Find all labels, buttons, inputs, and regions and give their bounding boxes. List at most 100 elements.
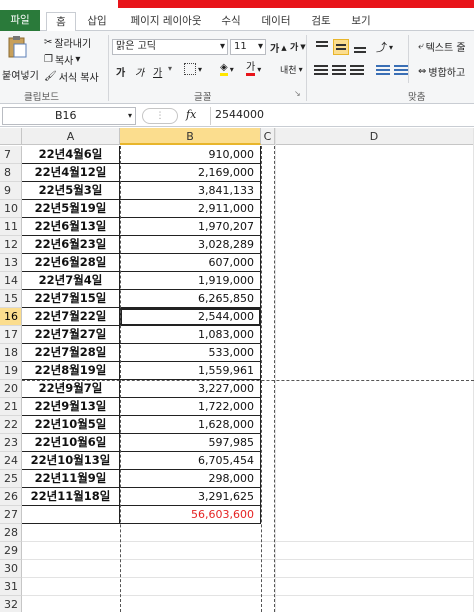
decrease-indent-icon[interactable] <box>376 65 390 77</box>
worksheet-grid[interactable]: A B C D 7 22년4월6일 910,000 8 22년4월12일 2,169,00… <box>0 128 474 612</box>
row-header[interactable]: 28 <box>0 524 22 542</box>
cell-amount[interactable]: 3,841,133 <box>120 182 261 200</box>
font-dialog-launcher[interactable]: ↘ <box>294 89 301 98</box>
empty-cell-range[interactable] <box>22 596 474 612</box>
row-header[interactable]: 7 <box>0 146 22 164</box>
cell-date[interactable]: 22년11월9일 <box>22 470 120 488</box>
cell-date[interactable]: 22년7월27일 <box>22 326 120 344</box>
cell-date[interactable]: 22년4월6일 <box>22 146 120 164</box>
cell-amount[interactable]: 1,970,207 <box>120 218 261 236</box>
align-top-icon[interactable] <box>314 39 330 55</box>
align-left-icon[interactable] <box>314 65 328 77</box>
cell-date[interactable]: 22년6월28일 <box>22 254 120 272</box>
row-header[interactable]: 22 <box>0 416 22 434</box>
row-header[interactable]: 12 <box>0 236 22 254</box>
border-button[interactable]: ▾ <box>184 63 202 75</box>
cell-date[interactable]: 22년6월23일 <box>22 236 120 254</box>
align-center-icon[interactable] <box>332 65 346 77</box>
align-middle-icon[interactable] <box>333 39 349 55</box>
cell-date[interactable] <box>22 506 120 524</box>
cell-amount[interactable]: 6,705,454 <box>120 452 261 470</box>
cell-date[interactable]: 22년10월5일 <box>22 416 120 434</box>
copy-button[interactable]: ❐ 복사 ▾ <box>44 52 80 67</box>
paste-label[interactable]: 붙여넣기 <box>2 67 39 82</box>
tab-data[interactable]: 데이터 <box>256 12 296 31</box>
tab-page-layout[interactable]: 페이지 레이아웃 <box>122 12 210 31</box>
cell-date[interactable]: 22년5월19일 <box>22 200 120 218</box>
cell-date[interactable]: 22년7월22일 <box>22 308 120 326</box>
tab-view[interactable]: 보기 <box>346 12 376 31</box>
italic-button[interactable]: 가 <box>135 64 144 79</box>
row-header[interactable]: 10 <box>0 200 22 218</box>
column-header-d[interactable]: D <box>275 128 474 145</box>
row-header[interactable]: 9 <box>0 182 22 200</box>
orientation-button[interactable]: ⤴ ▾ <box>376 39 393 55</box>
name-box[interactable]: B16 ▾ <box>2 107 136 125</box>
cell-amount[interactable]: 2,544,000 <box>120 308 261 326</box>
cell-date[interactable]: 22년7월15일 <box>22 290 120 308</box>
row-header[interactable]: 27 <box>0 506 22 524</box>
cell-amount[interactable]: 2,911,000 <box>120 200 261 218</box>
cell-amount[interactable]: 3,227,000 <box>120 380 261 398</box>
wrap-text-button[interactable]: ⤶ 텍스트 줄 <box>418 39 466 54</box>
cell-amount[interactable]: 298,000 <box>120 470 261 488</box>
paste-button[interactable] <box>6 35 28 59</box>
cell-date[interactable]: 22년9월13일 <box>22 398 120 416</box>
cell-date[interactable]: 22년5월3일 <box>22 182 120 200</box>
cell-amount[interactable]: 1,628,000 <box>120 416 261 434</box>
row-header[interactable]: 16 <box>0 308 22 326</box>
cell-amount[interactable]: 6,265,850 <box>120 290 261 308</box>
empty-cell-range[interactable] <box>22 542 474 560</box>
row-header[interactable]: 17 <box>0 326 22 344</box>
cell-total[interactable]: 56,603,600 <box>120 506 261 524</box>
tab-formulas[interactable]: 수식 <box>216 12 246 31</box>
fill-color-button[interactable]: ◈ ▾ <box>220 62 234 76</box>
formula-input[interactable]: 2544000 <box>210 107 474 125</box>
column-header-a[interactable]: A <box>22 128 120 145</box>
row-header[interactable]: 26 <box>0 488 22 506</box>
row-header[interactable]: 32 <box>0 596 22 612</box>
cell-date[interactable]: 22년10월13일 <box>22 452 120 470</box>
shrink-font-button[interactable]: 가 ▼ <box>290 40 306 54</box>
row-header[interactable]: 13 <box>0 254 22 272</box>
row-header[interactable]: 25 <box>0 470 22 488</box>
formula-resize-handle[interactable]: ⋮ <box>142 108 178 124</box>
cell-amount[interactable]: 1,919,000 <box>120 272 261 290</box>
cell-date[interactable]: 22년6월13일 <box>22 218 120 236</box>
row-header[interactable]: 31 <box>0 578 22 596</box>
column-header-b[interactable]: B <box>120 128 261 145</box>
tab-review[interactable]: 검토 <box>306 12 336 31</box>
select-all-corner[interactable] <box>0 128 22 145</box>
cell-amount[interactable]: 3,291,625 <box>120 488 261 506</box>
row-header[interactable]: 19 <box>0 362 22 380</box>
cell-date[interactable]: 22년11월18일 <box>22 488 120 506</box>
align-bottom-icon[interactable] <box>352 39 368 55</box>
cell-amount[interactable]: 1,722,000 <box>120 398 261 416</box>
tab-home[interactable]: 홈 <box>46 12 76 32</box>
empty-cell-range[interactable] <box>22 578 474 596</box>
increase-indent-icon[interactable] <box>394 65 408 77</box>
tab-insert[interactable]: 삽입 <box>82 12 112 31</box>
align-right-icon[interactable] <box>350 65 364 77</box>
underline-button[interactable]: 가 <box>153 64 162 79</box>
row-header[interactable]: 23 <box>0 434 22 452</box>
insert-function-button[interactable]: fx <box>186 108 196 121</box>
row-header[interactable]: 8 <box>0 164 22 182</box>
merge-center-button[interactable]: ⇔ 병합하고 <box>418 64 465 79</box>
row-header[interactable]: 14 <box>0 272 22 290</box>
row-header[interactable]: 18 <box>0 344 22 362</box>
bold-button[interactable]: 가 <box>116 64 125 79</box>
column-header-c[interactable]: C <box>261 128 275 145</box>
row-header[interactable]: 29 <box>0 542 22 560</box>
cell-date[interactable]: 22년10월6일 <box>22 434 120 452</box>
grow-font-button[interactable]: 가 ▲ <box>270 40 287 56</box>
tab-file[interactable]: 파일 <box>0 10 40 31</box>
row-header[interactable]: 20 <box>0 380 22 398</box>
cell-amount[interactable]: 1,083,000 <box>120 326 261 344</box>
empty-cell-range[interactable] <box>22 524 474 542</box>
row-header[interactable]: 15 <box>0 290 22 308</box>
phonetic-button[interactable]: 내천 ▾ <box>280 63 303 76</box>
cell-amount[interactable]: 533,000 <box>120 344 261 362</box>
cell-amount[interactable]: 2,169,000 <box>120 164 261 182</box>
cell-amount[interactable]: 3,028,289 <box>120 236 261 254</box>
